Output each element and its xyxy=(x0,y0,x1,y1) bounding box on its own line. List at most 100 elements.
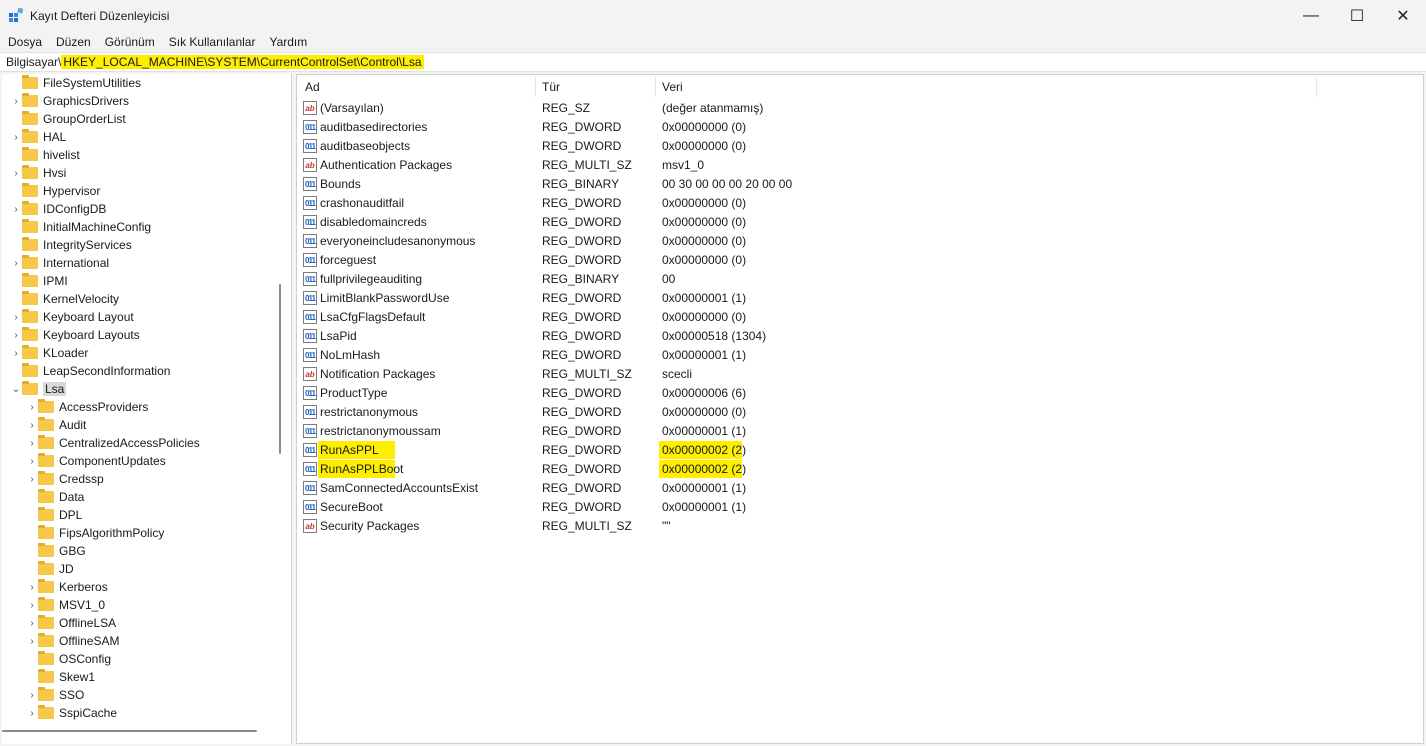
value-row[interactable]: 011 crashonauditfail REG_DWORD 0x00000000 (… xyxy=(297,194,1417,213)
value-row[interactable]: 011 LsaCfgFlagsDefault REG_DWORD 0x00000000… xyxy=(297,308,1417,327)
value-row[interactable]: 011 forceguest REG_DWORD 0x00000000 (0) xyxy=(297,251,1417,270)
value-row[interactable]: 011 auditbasedirectories REG_DWORD 0x000000… xyxy=(297,118,1417,137)
address-bar[interactable]: Bilgisayar \ HKEY_LOCAL_MACHINE\SYSTEM\Cur… xyxy=(0,52,1426,72)
value-row[interactable]: 011 LsaPid REG_DWORD 0x00000518 (1304) xyxy=(297,327,1417,346)
tree-horizontal-scrollbar[interactable] xyxy=(2,730,257,732)
tree-item[interactable]: FileSystemUtilities xyxy=(2,74,272,92)
value-row[interactable]: 011 everyoneincludesanonymous REG_DWORD 0x0… xyxy=(297,232,1417,251)
tree-item[interactable]: Hypervisor xyxy=(2,182,272,200)
tree-item[interactable]: › Kerberos xyxy=(2,578,272,596)
menu-help[interactable]: Yardım xyxy=(269,35,307,49)
folder-icon xyxy=(22,165,38,179)
tree-item[interactable]: IntegrityServices xyxy=(2,236,272,254)
tree-item[interactable]: › MSV1_0 xyxy=(2,596,272,614)
chevron-right-icon[interactable]: › xyxy=(10,200,22,218)
chevron-right-icon[interactable]: › xyxy=(26,632,38,650)
value-row[interactable]: 011 RunAsPPL REG_DWORD 0x00000002 (2) xyxy=(297,441,1417,460)
column-name-header[interactable]: Ad xyxy=(305,80,320,94)
value-row[interactable]: 011 disabledomaincreds REG_DWORD 0x00000000… xyxy=(297,213,1417,232)
tree-item[interactable]: Data xyxy=(2,488,272,506)
tree-item[interactable]: › IDConfigDB xyxy=(2,200,272,218)
tree-item[interactable]: JD xyxy=(2,560,272,578)
tree-item[interactable]: › Keyboard Layout xyxy=(2,308,272,326)
chevron-down-icon[interactable]: ⌄ xyxy=(10,380,22,398)
value-row[interactable]: 011 LimitBlankPasswordUse REG_DWORD 0x00000… xyxy=(297,289,1417,308)
chevron-right-icon[interactable]: › xyxy=(26,578,38,596)
tree-item[interactable]: › OfflineLSA xyxy=(2,614,272,632)
value-type: REG_DWORD xyxy=(542,329,622,343)
tree-item[interactable]: OSConfig xyxy=(2,650,272,668)
chevron-right-icon[interactable]: › xyxy=(10,254,22,272)
tree-item[interactable]: › Keyboard Layouts xyxy=(2,326,272,344)
chevron-right-icon[interactable]: › xyxy=(26,416,38,434)
tree-item[interactable]: InitialMachineConfig xyxy=(2,218,272,236)
chevron-right-icon[interactable]: › xyxy=(26,704,38,722)
menu-favorites[interactable]: Sık Kullanılanlar xyxy=(169,35,256,49)
tree-item[interactable]: › KLoader xyxy=(2,344,272,362)
value-row[interactable]: 011 fullprivilegeauditing REG_BINARY 00 xyxy=(297,270,1417,289)
menu-file[interactable]: Dosya xyxy=(8,35,42,49)
value-row[interactable]: 011 NoLmHash REG_DWORD 0x00000001 (1) xyxy=(297,346,1417,365)
chevron-right-icon[interactable]: › xyxy=(26,452,38,470)
tree-item[interactable]: › CentralizedAccessPolicies xyxy=(2,434,272,452)
key-tree[interactable]: FileSystemUtilities › GraphicsDrivers Group… xyxy=(2,74,292,744)
tree-item[interactable]: › Credssp xyxy=(2,470,272,488)
close-button[interactable]: ✕ xyxy=(1380,0,1426,32)
menu-view[interactable]: Görünüm xyxy=(105,35,155,49)
value-row[interactable]: 011 ProductType REG_DWORD 0x00000006 (6) xyxy=(297,384,1417,403)
column-data-header[interactable]: Veri xyxy=(662,80,683,94)
chevron-right-icon[interactable]: › xyxy=(10,164,22,182)
chevron-right-icon[interactable]: › xyxy=(10,308,22,326)
value-row[interactable]: 011 restrictanonymous REG_DWORD 0x00000000 … xyxy=(297,403,1417,422)
value-row[interactable]: ab Authentication Packages REG_MULTI_SZ msv… xyxy=(297,156,1417,175)
tree-item[interactable]: › ComponentUpdates xyxy=(2,452,272,470)
value-row[interactable]: 011 SamConnectedAccountsExist REG_DWORD 0x0… xyxy=(297,479,1417,498)
tree-item[interactable]: › OfflineSAM xyxy=(2,632,272,650)
tree-item[interactable]: IPMI xyxy=(2,272,272,290)
values-list[interactable]: Ad Tür Veri ab (Varsayılan) REG_SZ (değer a… xyxy=(296,74,1424,744)
tree-item[interactable]: hivelist xyxy=(2,146,272,164)
tree-item[interactable]: GBG xyxy=(2,542,272,560)
tree-item[interactable]: › HAL xyxy=(2,128,272,146)
tree-item[interactable]: › AccessProviders xyxy=(2,398,272,416)
chevron-right-icon[interactable]: › xyxy=(26,614,38,632)
tree-item[interactable]: › Audit xyxy=(2,416,272,434)
value-row[interactable]: 011 auditbaseobjects REG_DWORD 0x00000000 (… xyxy=(297,137,1417,156)
value-row[interactable]: ab Security Packages REG_MULTI_SZ "" xyxy=(297,517,1417,536)
value-row[interactable]: ab Notification Packages REG_MULTI_SZ scecl… xyxy=(297,365,1417,384)
tree-item[interactable]: › GraphicsDrivers xyxy=(2,92,272,110)
tree-item[interactable]: FipsAlgorithmPolicy xyxy=(2,524,272,542)
chevron-right-icon[interactable]: › xyxy=(10,92,22,110)
tree-item[interactable]: KernelVelocity xyxy=(2,290,272,308)
value-row[interactable]: 011 SecureBoot REG_DWORD 0x00000001 (1) xyxy=(297,498,1417,517)
menu-edit[interactable]: Düzen xyxy=(56,35,91,49)
chevron-right-icon[interactable]: › xyxy=(26,434,38,452)
value-row[interactable]: ab (Varsayılan) REG_SZ (değer atanmamış) xyxy=(297,99,1417,118)
tree-item[interactable]: ⌄ Lsa xyxy=(2,380,272,398)
binary-value-icon: 011 xyxy=(303,348,317,362)
column-type-header[interactable]: Tür xyxy=(542,80,560,94)
tree-item[interactable]: Skew1 xyxy=(2,668,272,686)
tree-item[interactable]: › SSO xyxy=(2,686,272,704)
tree-item[interactable]: › Hvsi xyxy=(2,164,272,182)
value-row[interactable]: 011 RunAsPPLBoot REG_DWORD 0x00000002 (2) xyxy=(297,460,1417,479)
value-row[interactable]: 011 Bounds REG_BINARY 00 30 00 00 00 20 00 … xyxy=(297,175,1417,194)
chevron-right-icon[interactable]: › xyxy=(26,686,38,704)
chevron-right-icon[interactable]: › xyxy=(10,344,22,362)
tree-item[interactable]: › International xyxy=(2,254,272,272)
tree-item[interactable]: LeapSecondInformation xyxy=(2,362,272,380)
chevron-right-icon[interactable]: › xyxy=(26,398,38,416)
chevron-right-icon[interactable]: › xyxy=(10,128,22,146)
tree-scrollbar[interactable] xyxy=(279,284,281,454)
chevron-right-icon[interactable]: › xyxy=(26,596,38,614)
minimize-button[interactable]: — xyxy=(1288,0,1334,32)
folder-icon xyxy=(38,489,54,503)
tree-item[interactable]: › SspiCache xyxy=(2,704,272,722)
chevron-right-icon[interactable]: › xyxy=(26,470,38,488)
tree-item[interactable]: GroupOrderList xyxy=(2,110,272,128)
tree-item[interactable]: DPL xyxy=(2,506,272,524)
chevron-right-icon[interactable]: › xyxy=(10,326,22,344)
value-row[interactable]: 011 restrictanonymoussam REG_DWORD 0x000000… xyxy=(297,422,1417,441)
maximize-button[interactable]: ☐ xyxy=(1334,0,1380,32)
